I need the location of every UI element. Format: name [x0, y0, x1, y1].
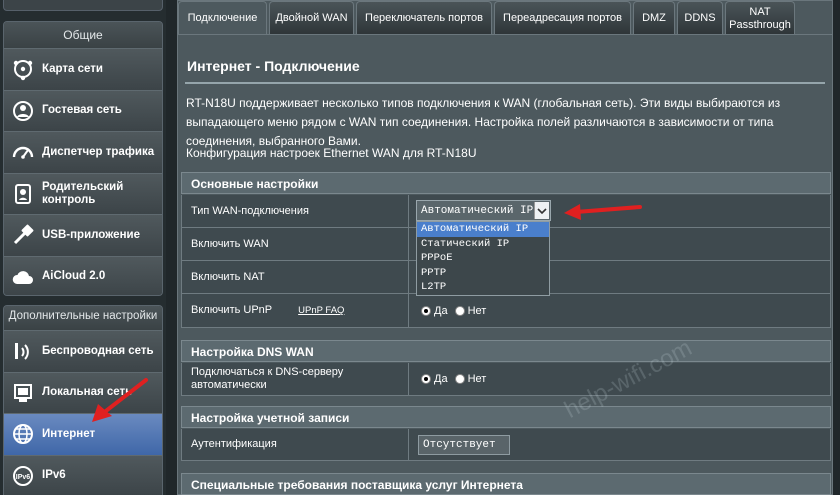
upnp-yes-radio[interactable]: [421, 305, 431, 316]
auth-label: Аутентификация: [182, 429, 409, 460]
chevron-down-icon[interactable]: [534, 202, 549, 219]
sidebar-item-wireless[interactable]: Беспроводная сеть: [4, 330, 162, 372]
upnp-no-radio[interactable]: [454, 305, 465, 316]
sidebar-item-label: Локальная сеть: [42, 386, 133, 399]
upnp-no-label: Нет: [467, 304, 487, 317]
tab-dmz[interactable]: DMZ: [633, 1, 675, 35]
auto-dns-label: Подключаться к DNS-серверу автоматически: [182, 363, 409, 395]
upnp-yes-label: Да: [434, 304, 448, 317]
section-header-isp: Специальные требования поставщика услуг …: [181, 473, 831, 495]
tab-port-switch[interactable]: Переключатель портов: [356, 1, 492, 35]
upnp-radio-group: Да Нет: [409, 294, 830, 327]
general-menu-header: Общие: [4, 22, 162, 48]
tab-port-forwarding[interactable]: Переадресация портов: [494, 1, 631, 35]
advanced-menu: Дополнительные настройки Беспроводная се…: [3, 305, 163, 495]
traffic-manager-icon: [10, 139, 36, 165]
tab-underline: [178, 34, 833, 35]
sidebar-item-ipv6[interactable]: IPv6 IPv6: [4, 454, 162, 495]
auto-dns-no-label: Нет: [467, 373, 487, 385]
sidebar-item-traffic-manager[interactable]: Диспетчер трафика: [4, 131, 162, 173]
sidebar-item-aicloud[interactable]: AiCloud 2.0: [4, 255, 162, 295]
wan-type-option[interactable]: L2TP: [417, 280, 549, 295]
auth-value-cell: Отсутствует: [409, 429, 830, 460]
sidebar-item-usb-application[interactable]: USB-приложение: [4, 214, 162, 256]
router-admin-page: Общие Карта сети Гостевая сеть Диспетчер…: [0, 0, 840, 495]
sidebar-item-label: Диспетчер трафика: [42, 145, 155, 158]
tab-nat-passthrough[interactable]: NAT Passthrough: [725, 1, 795, 35]
auto-dns-radio-group: Да Нет: [409, 363, 830, 395]
auto-dns-yes-radio[interactable]: [421, 374, 431, 384]
upnp-faq-link[interactable]: UPnP FAQ: [298, 304, 344, 317]
wan-type-dropdown: Автоматический IP Статический IP PPPoE P…: [416, 221, 550, 296]
guest-network-icon: [10, 98, 36, 124]
wan-type-label: Тип WAN-подключения: [182, 195, 409, 227]
sidebar-item-label: AiCloud 2.0: [42, 270, 106, 283]
row-enable-upnp: Включить UPnP UPnP FAQ Да Нет: [181, 294, 831, 328]
section-header-account: Настройка учетной записи: [181, 406, 831, 428]
usb-application-icon: [10, 222, 36, 248]
sidebar-item-label: IPv6: [42, 469, 66, 482]
svg-text:IPv6: IPv6: [16, 474, 31, 481]
sidebar-item-parental-control[interactable]: Родительский контроль: [4, 172, 162, 214]
tab-bar: Подключение Двойной WAN Переключатель по…: [178, 1, 795, 35]
aicloud-icon: [10, 264, 36, 290]
page-title: Интернет - Подключение: [187, 58, 360, 74]
wan-type-select[interactable]: Автоматический IP: [416, 200, 551, 221]
sidebar-item-internet[interactable]: Интернет: [4, 413, 162, 455]
network-map-icon: [10, 56, 36, 82]
wan-type-option[interactable]: Автоматический IP: [417, 222, 549, 237]
wan-type-option[interactable]: Статический IP: [417, 237, 549, 252]
general-menu: Общие Карта сети Гостевая сеть Диспетчер…: [3, 21, 163, 296]
parental-control-icon: [10, 181, 36, 207]
wan-type-selected-value: Автоматический IP: [421, 204, 534, 217]
sidebar-top-stub: [3, 0, 163, 11]
sidebar-item-label: USB-приложение: [42, 228, 140, 241]
sidebar-item-label: Интернет: [42, 427, 96, 440]
advanced-menu-header: Дополнительные настройки: [4, 306, 162, 330]
tab-dual-wan[interactable]: Двойной WAN: [269, 1, 354, 35]
enable-upnp-label: Включить UPnP: [191, 304, 273, 316]
row-auto-dns: Подключаться к DNS-серверу автоматически…: [181, 363, 831, 396]
ipv6-icon: IPv6: [10, 463, 36, 489]
auto-dns-yes-label: Да: [434, 373, 448, 385]
sidebar-item-label: Гостевая сеть: [42, 104, 122, 117]
sidebar-item-guest-network[interactable]: Гостевая сеть: [4, 89, 162, 131]
section-header-dns: Настройка DNS WAN: [181, 340, 831, 362]
title-divider: [185, 82, 825, 84]
sidebar: Общие Карта сети Гостевая сеть Диспетчер…: [0, 0, 166, 495]
auto-dns-no-radio[interactable]: [454, 374, 465, 384]
row-authentication: Аутентификация Отсутствует: [181, 429, 831, 461]
sidebar-item-lan[interactable]: Локальная сеть: [4, 371, 162, 413]
sidebar-item-label: Карта сети: [42, 62, 103, 75]
sidebar-item-label: Родительский контроль: [42, 180, 124, 206]
enable-nat-label: Включить NAT: [182, 261, 409, 293]
sidebar-item-network-map[interactable]: Карта сети: [4, 48, 162, 90]
config-line: Конфигурация настроек Ethernet WAN для R…: [186, 146, 477, 160]
section-header-basic: Основные настройки: [181, 172, 831, 194]
wireless-icon: [10, 338, 36, 364]
tab-ddns[interactable]: DDNS: [677, 1, 723, 35]
enable-upnp-cell: Включить UPnP UPnP FAQ: [182, 294, 409, 327]
internet-globe-icon: [10, 421, 36, 447]
wan-type-option[interactable]: PPPoE: [417, 251, 549, 266]
auth-select[interactable]: Отсутствует: [418, 434, 510, 455]
wan-type-option[interactable]: PPTP: [417, 266, 549, 281]
enable-wan-label: Включить WAN: [182, 228, 409, 260]
page-description: RT-N18U поддерживает несколько типов под…: [186, 96, 781, 148]
lan-icon: [10, 380, 36, 406]
sidebar-item-label: Беспроводная сеть: [42, 344, 154, 357]
tab-connection[interactable]: Подключение: [178, 1, 267, 35]
